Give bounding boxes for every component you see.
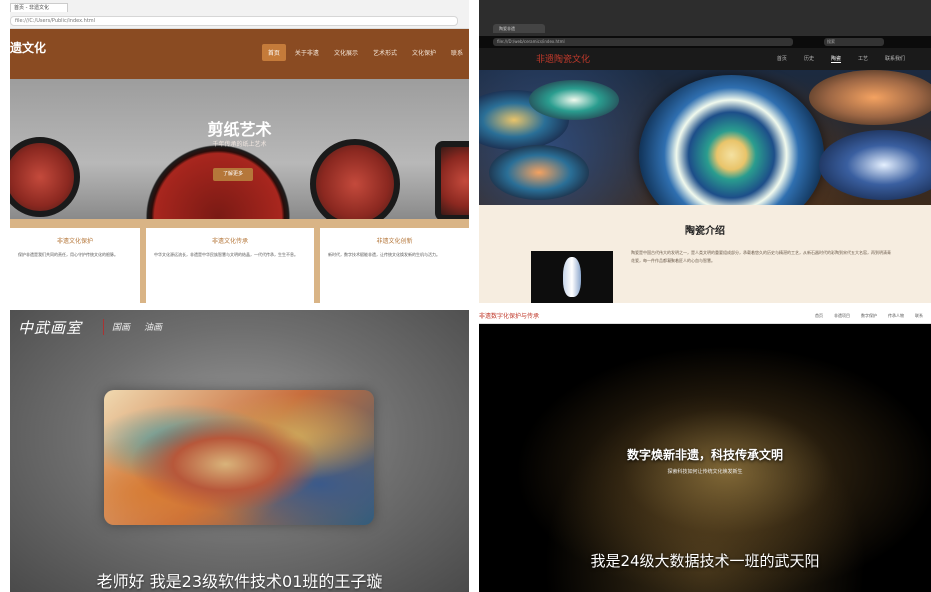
site-logo[interactable]: 非遗数字化保护与传承 bbox=[479, 311, 539, 320]
address-bar[interactable]: file:///C:/Users/Public/index.html bbox=[10, 16, 458, 26]
card-text: 新时代，数字技术赋能非遗，让传统文化焕发新的生机与活力。 bbox=[328, 252, 440, 257]
plate-image bbox=[819, 130, 931, 200]
presenter-caption: 老师好 我是23级软件技术01班的王子璇 bbox=[96, 572, 383, 591]
featured-painting-image bbox=[104, 390, 374, 525]
section-title: 陶瓷介绍 bbox=[685, 226, 725, 237]
papercut-roundel-right bbox=[310, 139, 400, 219]
ceramics-hero-image bbox=[479, 70, 931, 205]
card-title: 非遗文化传承 bbox=[211, 238, 248, 245]
learn-more-button[interactable]: 了解更多 bbox=[213, 168, 253, 181]
nav-item-contact[interactable]: 联系我们 bbox=[885, 55, 905, 63]
nav-item-history[interactable]: 历史 bbox=[804, 55, 814, 63]
card-title: 非遗文化创新 bbox=[376, 238, 413, 245]
plate-image bbox=[529, 80, 619, 120]
nav-item-ceramics[interactable]: 陶瓷 bbox=[830, 55, 841, 63]
screenshot-collage: 首页 - 非遗文化 file:///C:/Users/Public/index.… bbox=[0, 0, 931, 592]
nav-item-arts[interactable]: 艺术形式 bbox=[367, 44, 403, 61]
hero-subtitle: 探索科技如何让传统文化焕发新生 bbox=[667, 469, 743, 475]
browser-search-field[interactable]: 搜索 bbox=[824, 38, 884, 46]
main-nav: 首页 非遗项目 数字保护 传承人物 联系 bbox=[804, 313, 923, 319]
plate-image bbox=[809, 70, 931, 125]
card-title: 非遗文化保护 bbox=[56, 238, 93, 245]
nav-item-craft[interactable]: 工艺 bbox=[858, 55, 868, 63]
nav-item-protection[interactable]: 文化保护 bbox=[406, 44, 442, 61]
card-inheritance[interactable]: 非遗文化传承 中华文化源远流长，非遗是中华民族智慧与文明的结晶，一代代传承，生生… bbox=[146, 228, 314, 303]
nav-item-home[interactable]: 首页 bbox=[815, 313, 823, 319]
panel-papercut-site: 首页 - 非遗文化 file:///C:/Users/Public/index.… bbox=[10, 0, 469, 303]
site-logo[interactable]: 遗文化 bbox=[10, 39, 46, 56]
plate-image bbox=[489, 145, 589, 200]
main-nav: 国画 油画 bbox=[112, 320, 176, 333]
browser-tab[interactable]: 首页 - 非遗文化 bbox=[10, 3, 68, 12]
nav-item-about[interactable]: 关于非遗 bbox=[289, 44, 325, 61]
browser-tab[interactable]: 陶瓷非遗 bbox=[493, 24, 545, 33]
nav-item-contact[interactable]: 联系 bbox=[445, 44, 469, 61]
papercut-roundel-left bbox=[10, 137, 80, 217]
logo-divider bbox=[103, 319, 104, 335]
site-logo[interactable]: 非遗陶瓷文化 bbox=[536, 52, 590, 65]
site-header: 非遗数字化保护与传承 首页 非遗项目 数字保护 传承人物 联系 bbox=[479, 310, 931, 324]
feature-cards: 非遗文化保护 保护非遗是我们共同的责任，用心守护传统文化的根脉。 非遗文化传承 … bbox=[10, 219, 469, 303]
browser-chrome: 陶瓷非遗 bbox=[479, 0, 931, 36]
card-text: 中华文化源远流长，非遗是中华民族智慧与文明的结晶，一代代传承，生生不息。 bbox=[154, 252, 298, 257]
hero-title: 数字焕新非遗，科技传承文明 bbox=[626, 448, 783, 462]
hero-banner: 剪纸艺术 千年传承的纸上艺术 了解更多 bbox=[10, 79, 469, 219]
hero-subtitle: 千年传承的纸上艺术 bbox=[212, 141, 267, 148]
browser-chrome: 首页 - 非遗文化 file:///C:/Users/Public/index.… bbox=[10, 0, 469, 29]
address-bar[interactable]: file:///D:/web/ceramics/index.html bbox=[493, 38, 793, 46]
panel-digital-heritage-site: 非遗数字化保护与传承 首页 非遗项目 数字保护 传承人物 联系 数字焕新非遗，科… bbox=[479, 310, 931, 592]
panel-ceramics-site: 陶瓷非遗 file:///D:/web/ceramics/index.html … bbox=[479, 0, 931, 303]
site-logo[interactable]: 中武画室 bbox=[18, 317, 82, 338]
card-protection[interactable]: 非遗文化保护 保护非遗是我们共同的责任，用心守护传统文化的根脉。 bbox=[10, 228, 140, 303]
vase-image bbox=[531, 251, 613, 303]
nav-item-home[interactable]: 首页 bbox=[261, 44, 286, 61]
card-innovation[interactable]: 非遗文化创新 新时代，数字技术赋能非遗，让传统文化焕发新的生机与活力。 bbox=[320, 228, 469, 303]
panel-art-studio-site: 中武画室 国画 油画 老师好 我是23级软件技术01班的王子璇 bbox=[10, 310, 469, 592]
site-header: 非遗陶瓷文化 首页 历史 陶瓷 工艺 联系我们 bbox=[479, 48, 931, 70]
site-header: 遗文化 首页 关于非遗 文化展示 艺术形式 文化保护 联系 bbox=[10, 29, 469, 79]
nav-item-digital[interactable]: 数字保护 bbox=[861, 313, 877, 319]
papercut-frame-edge bbox=[435, 141, 469, 219]
nav-item-contact[interactable]: 联系 bbox=[915, 313, 923, 319]
card-text: 保护非遗是我们共同的责任，用心守护传统文化的根脉。 bbox=[18, 252, 118, 257]
intro-section: 陶瓷介绍 陶瓷是中国古代伟大的发明之一，是人类文明的重要组成部分，承载着悠久的历… bbox=[479, 205, 931, 303]
main-nav: 首页 历史 陶瓷 工艺 联系我们 bbox=[760, 55, 905, 63]
vase-shape bbox=[563, 257, 581, 297]
nav-item-projects[interactable]: 非遗项目 bbox=[834, 313, 850, 319]
presenter-caption: 我是24级大数据技术一班的武天阳 bbox=[590, 552, 820, 570]
nav-item-people[interactable]: 传承人物 bbox=[888, 313, 904, 319]
section-text: 陶瓷是中国古代伟大的发明之一，是人类文明的重要组成部分，承载着悠久的历史与精湛的… bbox=[631, 250, 891, 263]
nav-item-culture[interactable]: 文化展示 bbox=[328, 44, 364, 61]
nav-item-guohua[interactable]: 国画 bbox=[112, 320, 130, 333]
main-nav: 首页 关于非遗 文化展示 艺术形式 文化保护 联系 bbox=[259, 44, 469, 61]
nav-item-youhua[interactable]: 油画 bbox=[144, 320, 162, 333]
nav-item-home[interactable]: 首页 bbox=[777, 55, 787, 63]
hero-title: 剪纸艺术 bbox=[207, 120, 272, 139]
main-plate-image bbox=[639, 75, 824, 205]
